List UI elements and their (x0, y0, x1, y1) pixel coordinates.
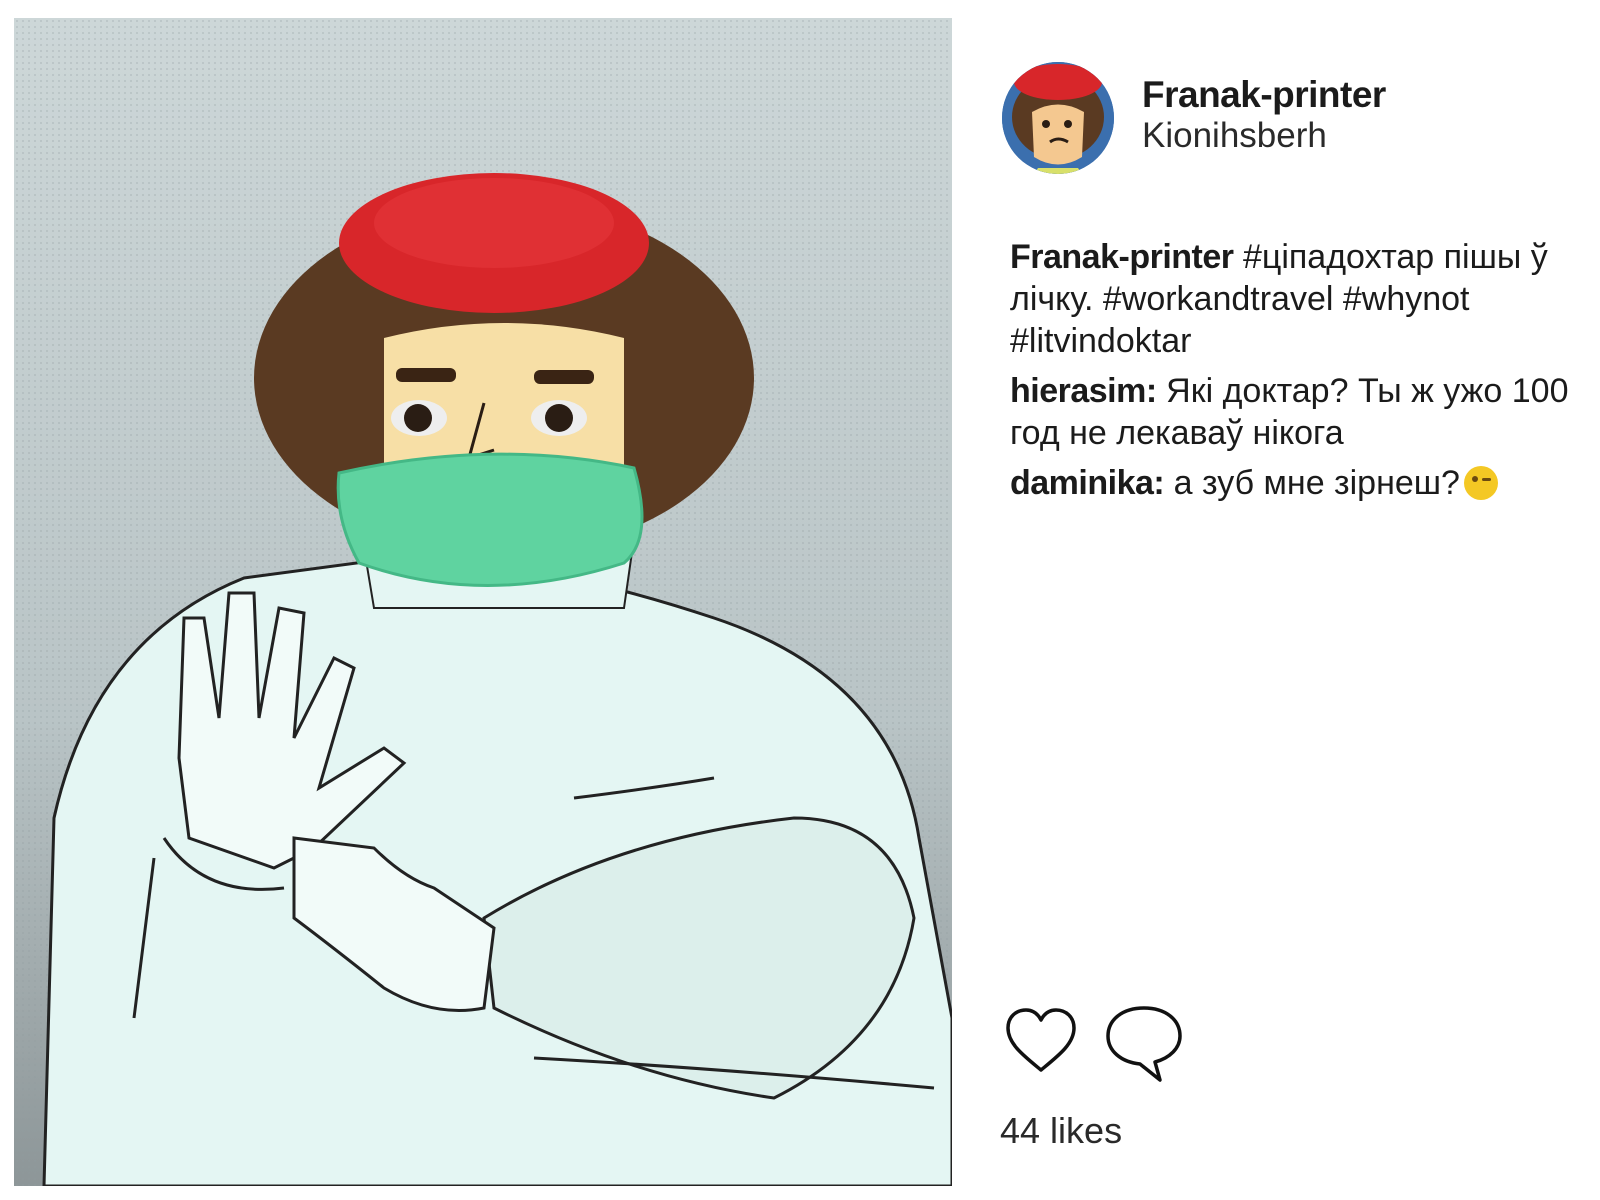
speech-bubble-icon (1106, 1006, 1182, 1082)
doctor-illustration (14, 18, 952, 1186)
avatar-image (1002, 62, 1114, 174)
comment-list: Franak-printer #ціпадохтар пішы ў лічку.… (1010, 236, 1582, 512)
comment-text: а зуб мне зірнеш? (1173, 464, 1460, 502)
comment-button[interactable] (1104, 1002, 1184, 1086)
wink-emoji (1463, 466, 1498, 500)
post-location[interactable]: Kionihsberh (1142, 116, 1327, 156)
post-illustration[interactable] (14, 18, 952, 1186)
like-button[interactable] (1004, 1006, 1078, 1076)
comment: daminika: а зуб мне зірнеш? (1010, 462, 1582, 504)
likes-count[interactable]: 44 likes (1000, 1110, 1122, 1152)
comment-author[interactable]: hierasim: (1010, 372, 1157, 410)
caption: Franak-printer #ціпадохтар пішы ў лічку.… (1010, 236, 1582, 362)
heart-icon (1006, 1008, 1076, 1072)
comment-author[interactable]: Franak-printer (1010, 238, 1234, 276)
comment-author[interactable]: daminika: (1010, 464, 1165, 502)
post-username[interactable]: Franak-printer (1142, 74, 1386, 116)
comment: hierasim: Які доктар? Ты ж ужо 100 год н… (1010, 370, 1582, 454)
avatar[interactable] (1002, 62, 1114, 174)
